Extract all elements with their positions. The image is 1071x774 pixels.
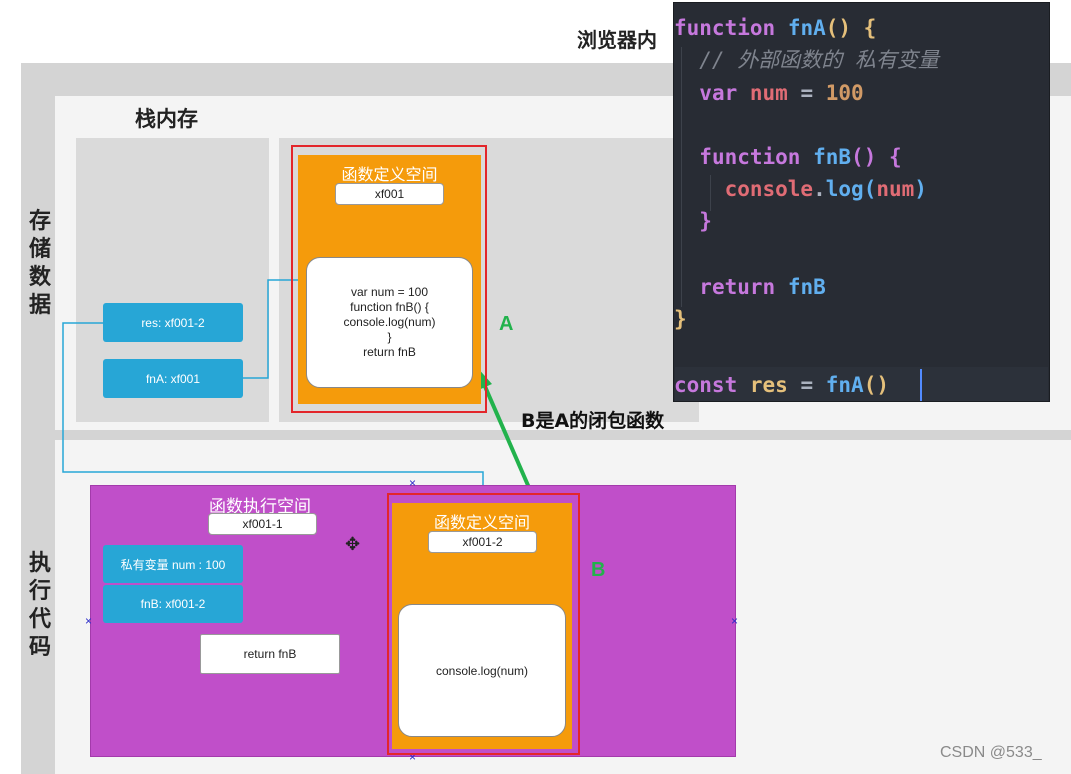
heap-block-b-address: xf001-2 <box>428 531 537 553</box>
variable-name: res <box>749 373 788 397</box>
function-name: fnA <box>825 373 864 397</box>
keyword-const: const <box>674 373 738 397</box>
closure-note: B是A的闭包函数 <box>521 410 665 432</box>
paren: ( <box>863 177 877 201</box>
operator: = <box>787 81 826 105</box>
brackets: () { <box>825 16 877 40</box>
code-editor-line: function fnB() { <box>674 141 902 173</box>
heap-block-a-address: xf001 <box>335 183 444 205</box>
brace: } <box>674 307 687 331</box>
function-name: fnB <box>787 275 826 299</box>
code-editor-line: const res = fnA() <box>674 369 889 401</box>
heap-block-b-code: console.log(num) <box>398 604 566 737</box>
heap-block-a-code: var num = 100 function fnB() { console.l… <box>306 257 473 388</box>
text-caret <box>920 369 922 401</box>
comment: // 外部函数的 私有变量 <box>674 48 939 72</box>
brackets: () <box>863 373 889 397</box>
watermark: CSDN @533_ <box>940 744 1042 761</box>
execution-space-address: xf001-1 <box>208 513 317 535</box>
keyword-function: function <box>699 145 801 169</box>
handle-x-icon: × <box>731 614 739 628</box>
variable-name: num <box>749 81 788 105</box>
block-b-tag: B <box>591 559 606 581</box>
code-editor-line: // 外部函数的 私有变量 <box>674 44 939 76</box>
heap-block-a-title: 函数定义空间 <box>341 165 438 184</box>
brackets: () { <box>851 145 902 169</box>
code-editor-line: } <box>674 303 687 335</box>
function-name: fnB <box>813 145 852 169</box>
code-line: console.log(num) <box>343 315 436 329</box>
fnb-variable-box: fnB: xf001-2 <box>103 585 243 623</box>
fna-variable-box: fnA: xf001 <box>103 359 243 398</box>
code-editor-line: return fnB <box>674 271 826 303</box>
dot: . <box>813 177 826 201</box>
code-line: function fnB() { <box>350 300 429 314</box>
code-editor-line: console.log(num) <box>674 173 927 205</box>
private-variable-box: 私有变量 num : 100 <box>103 545 243 583</box>
heap-block-b-title: 函数定义空间 <box>433 513 530 532</box>
handle-x-icon: × <box>85 614 93 628</box>
code-line: } <box>387 330 392 344</box>
number-literal: 100 <box>825 81 864 105</box>
code-line: console.log(num) <box>435 663 529 678</box>
code-editor[interactable]: function fnA() { // 外部函数的 私有变量 var num =… <box>673 2 1050 402</box>
code-editor-line: function fnA() { <box>674 12 876 44</box>
method-name: log <box>825 177 864 201</box>
handle-x-icon: × <box>409 476 417 490</box>
brace: } <box>699 209 712 233</box>
variable-name: num <box>876 177 915 201</box>
keyword-function: function <box>674 16 776 40</box>
code-line: return fnB <box>363 345 416 359</box>
object-name: console <box>724 177 814 201</box>
block-a-tag: A <box>499 313 514 335</box>
code-editor-line: var num = 100 <box>674 77 864 109</box>
return-fnb-box: return fnB <box>200 634 340 674</box>
res-variable-box: res: xf001-2 <box>103 303 243 342</box>
keyword-var: var <box>699 81 738 105</box>
function-name: fnA <box>787 16 826 40</box>
operator: = <box>787 373 826 397</box>
paren: ) <box>914 177 927 201</box>
keyword-return: return <box>699 275 776 299</box>
move-cursor-icon: ✥ <box>345 534 361 555</box>
code-editor-line: } <box>674 205 712 237</box>
code-line: var num = 100 <box>350 285 429 299</box>
